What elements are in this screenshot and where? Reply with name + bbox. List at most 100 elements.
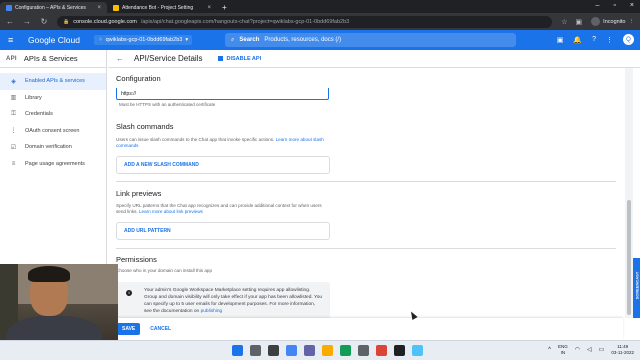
close-tab-icon[interactable]: ×	[97, 5, 101, 11]
search-label: Search	[239, 37, 260, 43]
project-dots-icon: ⁘	[97, 37, 103, 43]
language-indicator[interactable]: ENG IN	[558, 344, 568, 355]
windows-taskbar: ^ ENG IN ◠ ◁ ▭ 11:49 03-11-2022	[0, 340, 640, 360]
api-badge-icon: API	[6, 55, 17, 62]
tab-configuration[interactable]: Configuration – APIs & Services ×	[0, 2, 107, 13]
sidebar-item-enabled-apis[interactable]: ◈ Enabled APIs & services	[0, 73, 106, 90]
permissions-title: Permissions	[116, 255, 157, 264]
more-vert-icon[interactable]: ⋮	[606, 36, 613, 44]
screencast-logo: SCREENCAST	[634, 271, 640, 300]
sidebar-title: APIs & Services	[23, 54, 78, 63]
disable-api-button[interactable]: DISABLE API	[218, 56, 261, 62]
tab-title: Configuration – APIs & Services	[15, 4, 86, 11]
incognito-icon	[591, 17, 601, 26]
key-icon: ⚿	[11, 110, 16, 117]
add-slash-command-button[interactable]: ADD A NEW SLASH COMMAND	[116, 156, 330, 174]
incognito-label: Incognito	[603, 18, 626, 25]
wifi-icon[interactable]: ◠	[575, 346, 580, 353]
sidebar-item-domain-verification[interactable]: ☑ Domain verification	[0, 139, 106, 156]
sidebar-item-label: Library	[25, 94, 42, 101]
forward-arrow-icon[interactable]: →	[23, 17, 31, 26]
system-tray: ^ ENG IN ◠ ◁ ▭ 11:49 03-11-2022	[548, 344, 634, 355]
sidebar-item-label: Enabled APIs & services	[25, 78, 85, 85]
section-heading: Configuration	[116, 74, 161, 83]
widgets-icon[interactable]	[286, 345, 297, 356]
windows-start-icon[interactable]	[232, 345, 243, 356]
slash-commands-title: Slash commands	[116, 122, 174, 131]
battery-icon[interactable]: ▭	[599, 346, 605, 353]
dev-tool-icon[interactable]	[394, 345, 405, 356]
teams-chat-icon[interactable]	[304, 345, 315, 356]
sidebar-item-credentials[interactable]: ⚿ Credentials	[0, 106, 106, 123]
sidebar-header: API APIs & Services	[0, 50, 106, 68]
search-icon[interactable]	[250, 345, 261, 356]
back-arrow-icon[interactable]: ←	[6, 17, 14, 26]
gcp-header: ≡ Google Cloud ⁘ qwiklabs-gcp-01-0bdd69f…	[0, 30, 640, 50]
hamburger-menu-icon[interactable]: ≡	[8, 35, 20, 45]
sidebar-item-page-usage[interactable]: ≡ Page usage agreements	[0, 156, 106, 173]
project-name: qwiklabs-gcp-01-0bdd69fab2b3	[105, 37, 183, 43]
maximize-icon[interactable]: ▫	[613, 2, 615, 9]
gcp-favicon-icon	[6, 4, 12, 11]
lock-icon: 🔒	[63, 18, 70, 25]
sidebar-item-label: Credentials	[25, 111, 53, 118]
cloud-shell-icon[interactable]: ▣	[557, 36, 564, 44]
url-bar[interactable]: 🔒 console.cloud.google.com/apis/api/chat…	[57, 15, 553, 28]
volume-icon[interactable]: ◁	[587, 346, 592, 353]
side-recorder-tab[interactable]: SCREENCAST	[633, 258, 640, 318]
split-screen-icon[interactable]: ▣	[576, 18, 583, 26]
more-menu-icon[interactable]: ⋮	[629, 19, 635, 25]
presenter-hair	[28, 266, 70, 282]
search-placeholder: Products, resources, docs (/)	[264, 37, 342, 43]
app-url-field[interactable]: https://	[116, 88, 329, 100]
save-button[interactable]: SAVE	[117, 323, 141, 335]
star-icon[interactable]: ☆	[561, 18, 567, 26]
account-avatar[interactable]: Q	[623, 34, 634, 45]
link-previews-learn-link[interactable]: Learn more about link previews	[139, 209, 203, 214]
address-toolbar: ← → ↻ 🔒 console.cloud.google.com/apis/ap…	[0, 13, 640, 30]
sidebar-item-oauth[interactable]: ⋮ OAuth consent screen	[0, 123, 106, 140]
sidebar-item-label: Page usage agreements	[25, 160, 85, 167]
publishing-link[interactable]: publishing	[201, 309, 223, 314]
library-icon: ▥	[10, 95, 17, 102]
project-picker[interactable]: ⁘ qwiklabs-gcp-01-0bdd69fab2b3 ▾	[93, 35, 193, 45]
reload-icon[interactable]: ↻	[40, 17, 48, 26]
notepad-icon[interactable]	[412, 345, 423, 356]
url-host: console.cloud.google.com	[73, 18, 137, 25]
sidebar-item-label: OAuth consent screen	[25, 127, 80, 134]
gcp-favicon-icon	[113, 4, 119, 11]
clock[interactable]: 11:49 03-11-2022	[611, 344, 634, 355]
page-header: ← API/Service Details DISABLE API	[108, 50, 640, 68]
scrollbar-thumb[interactable]	[627, 200, 631, 315]
edge-icon[interactable]	[340, 345, 351, 356]
close-window-icon[interactable]: ×	[630, 2, 634, 9]
file-explorer-icon[interactable]	[322, 345, 333, 356]
window-controls: – ▫ ×	[596, 2, 634, 9]
chevron-down-icon: ▾	[185, 37, 189, 43]
divider	[116, 181, 616, 182]
search-bar[interactable]: ⌕ Search Products, resources, docs (/)	[225, 33, 516, 47]
header-actions: ▣ 🔔 ? ⋮ Q	[557, 34, 634, 45]
task-view-icon[interactable]	[268, 345, 279, 356]
incognito-indicator[interactable]: Incognito ⋮	[591, 17, 634, 26]
minimize-icon[interactable]: –	[596, 2, 600, 9]
google-cloud-logo[interactable]: Google Cloud	[28, 35, 80, 45]
search-icon: ⌕	[231, 36, 235, 43]
url-path: /apis/api/chat.googleapis.com/hangouts-c…	[140, 18, 350, 25]
taskbar-apps	[232, 345, 423, 356]
chevron-up-icon[interactable]: ^	[548, 347, 551, 353]
slash-commands-desc: Users can issue slash commands to the Ch…	[116, 137, 324, 149]
settings-list-icon: ≡	[11, 160, 16, 167]
add-url-pattern-button[interactable]: ADD URL PATTERN	[116, 222, 330, 240]
close-tab-icon[interactable]: ×	[207, 5, 211, 11]
store-icon[interactable]	[358, 345, 369, 356]
consent-icon: ⋮	[10, 128, 17, 135]
help-icon[interactable]: ?	[592, 36, 596, 43]
cancel-button[interactable]: CANCEL	[150, 326, 171, 332]
tab-attendance-bot[interactable]: Attendance Bot - Project Setting ×	[107, 2, 217, 13]
chrome-icon[interactable]	[376, 345, 387, 356]
sidebar-item-library[interactable]: ▥ Library	[0, 90, 106, 107]
new-tab-button[interactable]: +	[222, 2, 227, 13]
back-arrow-icon[interactable]: ←	[116, 54, 124, 63]
notifications-icon[interactable]: 🔔	[573, 36, 582, 44]
